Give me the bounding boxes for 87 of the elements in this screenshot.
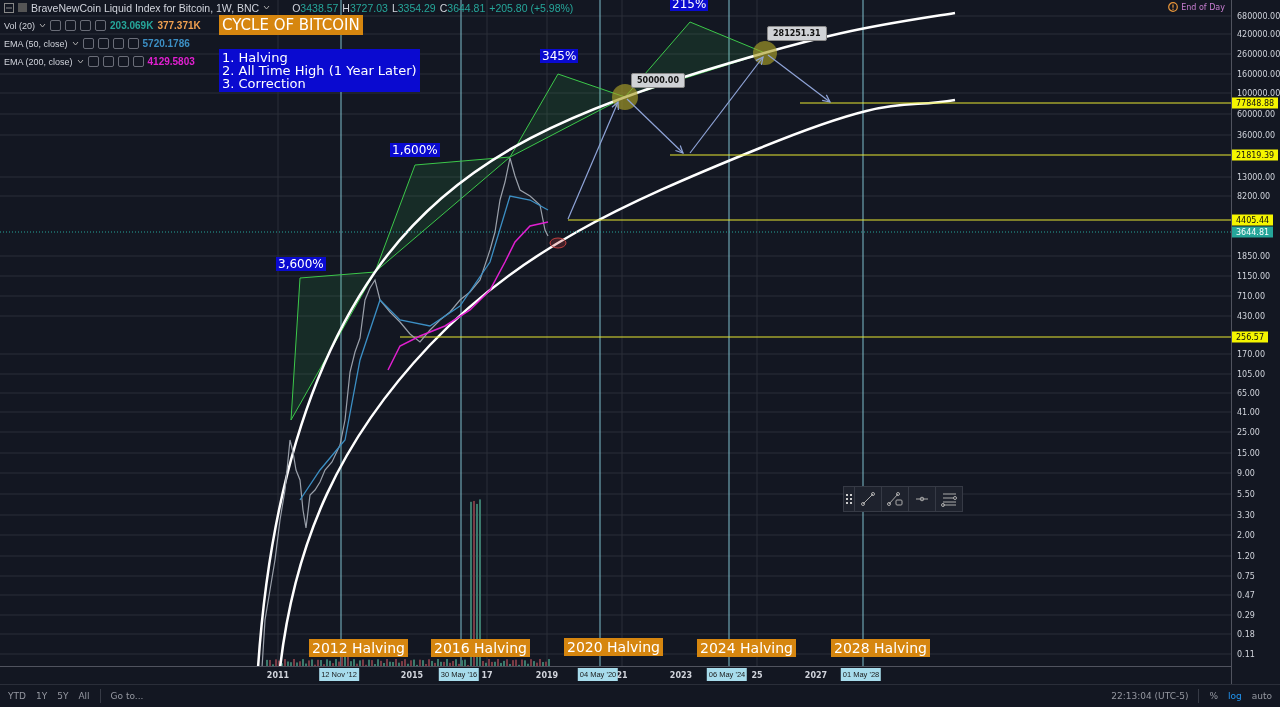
price-label: 710.00 [1237, 291, 1265, 301]
range-button[interactable]: 1Y [35, 691, 48, 701]
indicator-name[interactable]: Vol (20) [4, 20, 36, 31]
price-label: 0.18 [1237, 629, 1255, 639]
warning-icon [1168, 2, 1179, 12]
percent-label: 345% [540, 49, 579, 63]
percent-label: 3,600% [276, 257, 326, 271]
price-tag: 4405.44 [1232, 214, 1274, 226]
price-label: 60000.00 [1237, 109, 1276, 119]
price-label: 1.20 [1237, 551, 1255, 561]
scale-button[interactable]: auto [1251, 691, 1272, 701]
price-label: 2.00 [1237, 530, 1255, 540]
price-label: 8200.00 [1237, 191, 1271, 201]
range-button[interactable]: All [78, 691, 90, 701]
caret-icon[interactable] [263, 5, 271, 10]
time-label: 25 [751, 671, 763, 681]
price-label: 100000.00 [1237, 88, 1280, 98]
circle-marker [753, 41, 777, 65]
price-label: 9.00 [1237, 468, 1255, 478]
price-label: 0.29 [1237, 610, 1255, 620]
price-callout: 281251.31 [767, 26, 827, 41]
time-label: 2019 [535, 671, 559, 681]
price-callout: 50000.00 [631, 73, 685, 88]
indicator-value: 377.371K [157, 20, 201, 31]
price-label: 13000.00 [1237, 172, 1276, 182]
price-label: 65.00 [1237, 388, 1260, 398]
price-tag: 256.57 [1232, 331, 1268, 343]
time-label: 2011 [266, 671, 290, 681]
clock-text: 22:13:04 (UTC-5) [1111, 691, 1189, 701]
percent-label: 1,600% [390, 143, 440, 157]
ohlc-value: O3438.57 [292, 1, 339, 14]
indicator-name[interactable]: EMA (200, close) [4, 56, 73, 67]
price-label: 420000.00 [1237, 29, 1280, 39]
price-label: 170.00 [1237, 349, 1265, 359]
time-label: 2023 [669, 671, 693, 681]
price-label: 41.00 [1237, 407, 1260, 417]
halving-label: 2024 Halving [697, 639, 796, 657]
circle-marker [612, 84, 638, 110]
halving-label: 2028 Halving [831, 639, 930, 657]
halving-label: 2020 Halving [564, 638, 663, 656]
price-label: 0.47 [1237, 590, 1255, 600]
halving-label: 2016 Halving [431, 639, 530, 657]
price-label: 680000.00 [1237, 11, 1280, 21]
price-change: +205.80 (+5.98%) [489, 1, 574, 14]
price-label: 1150.00 [1237, 271, 1271, 281]
indicator-value: 4129.5803 [147, 56, 195, 67]
ohlc-value: L3354.29 [391, 1, 436, 14]
price-label: 0.75 [1237, 571, 1255, 581]
goto-button[interactable]: Go to... [110, 691, 144, 701]
circle-marker [549, 237, 567, 249]
caret-icon[interactable] [71, 41, 79, 46]
arrow [626, 98, 684, 154]
arrow [767, 54, 832, 103]
ohlc-value: H3727.03 [342, 1, 388, 14]
price-tag: 21819.39 [1232, 149, 1279, 161]
price-label: 5.50 [1237, 489, 1255, 499]
time-label: 2015 [400, 671, 424, 681]
chart-title: CYCLE OF BITCOIN [219, 15, 363, 35]
indicator-name[interactable]: EMA (50, close) [4, 38, 68, 49]
price-label: 430.00 [1237, 311, 1265, 321]
range-button[interactable]: 5Y [57, 691, 69, 701]
time-label: 2027 [804, 671, 828, 681]
price-label: 3.30 [1237, 510, 1255, 520]
range-button[interactable]: YTD [8, 691, 26, 701]
steps-note: 1. Halving 2. All Time High (1 Year Later) 3. Correction [219, 49, 420, 92]
price-label: 15.00 [1237, 448, 1260, 458]
indicator-value: 203.069K [110, 20, 154, 31]
last-price-tag: 3644.81 [1232, 226, 1274, 238]
scale-button[interactable]: log [1228, 691, 1242, 701]
time-label: 17 [481, 671, 493, 681]
collapse-icon[interactable] [4, 2, 14, 13]
session-label: End of Day [1181, 2, 1225, 12]
scale-button[interactable]: % [1209, 691, 1218, 701]
halving-label: 2012 Halving [309, 639, 408, 657]
price-label: 160000.00 [1237, 69, 1280, 79]
indicator-value: 5720.1786 [142, 38, 190, 49]
caret-icon[interactable] [76, 59, 84, 64]
price-tag: 77848.88 [1232, 97, 1279, 109]
price-label: 105.00 [1237, 369, 1265, 379]
price-label: 36000.00 [1237, 130, 1276, 140]
square-icon [18, 3, 27, 12]
price-label: 0.11 [1237, 649, 1255, 659]
symbol-title[interactable]: BraveNewCoin Liquid Index for Bitcoin, 1W, BNC [31, 1, 260, 14]
price-label: 25.00 [1237, 427, 1260, 437]
price-label: 1850.00 [1237, 251, 1271, 261]
caret-icon[interactable] [39, 23, 47, 28]
price-label: 260000.00 [1237, 49, 1280, 59]
